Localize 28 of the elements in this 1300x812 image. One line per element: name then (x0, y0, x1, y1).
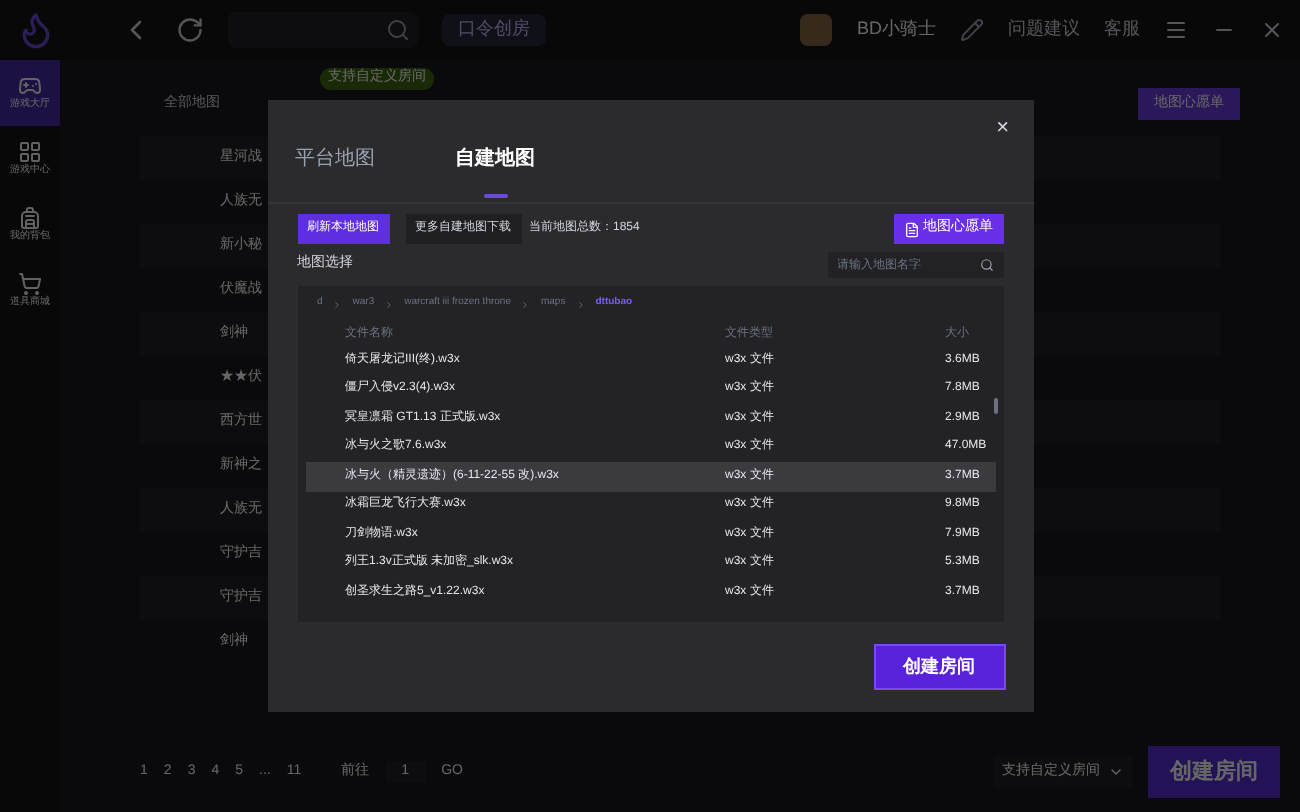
dialog-tab[interactable]: 自建地图 (455, 144, 535, 202)
sidebar-icon (18, 272, 42, 297)
document-icon (903, 221, 919, 237)
top-link[interactable]: 问题建议 (1008, 16, 1080, 44)
separator-icon (520, 299, 531, 309)
username: BD小骑士 (856, 16, 936, 43)
sidebar-icon (18, 140, 42, 165)
sidebar-icon (18, 206, 42, 231)
separator-icon (332, 299, 343, 309)
create-room-button[interactable]: 创建房间 (873, 644, 1005, 690)
search-field[interactable] (228, 12, 418, 48)
search-icon (979, 258, 993, 272)
top-link[interactable]: 客服 (1104, 16, 1140, 44)
edit-icon[interactable] (960, 18, 984, 42)
scrollbar-thumb[interactable] (993, 398, 997, 414)
sidebar-icon (18, 74, 42, 99)
separator-icon (575, 299, 586, 309)
separator-icon (384, 299, 395, 309)
search-icon (386, 18, 410, 42)
dialog-tab[interactable]: 平台地图 (295, 144, 375, 202)
close-icon[interactable] (1260, 18, 1284, 42)
avatar (800, 14, 833, 46)
menu-icon[interactable] (1164, 18, 1188, 42)
create-room-button[interactable]: 创建房间 (1148, 746, 1280, 798)
close-button[interactable]: × (996, 112, 1009, 145)
refresh-icon[interactable] (176, 16, 204, 44)
room-code-button[interactable]: 口令创房 (442, 14, 546, 46)
chevron-down-icon (1108, 764, 1124, 780)
